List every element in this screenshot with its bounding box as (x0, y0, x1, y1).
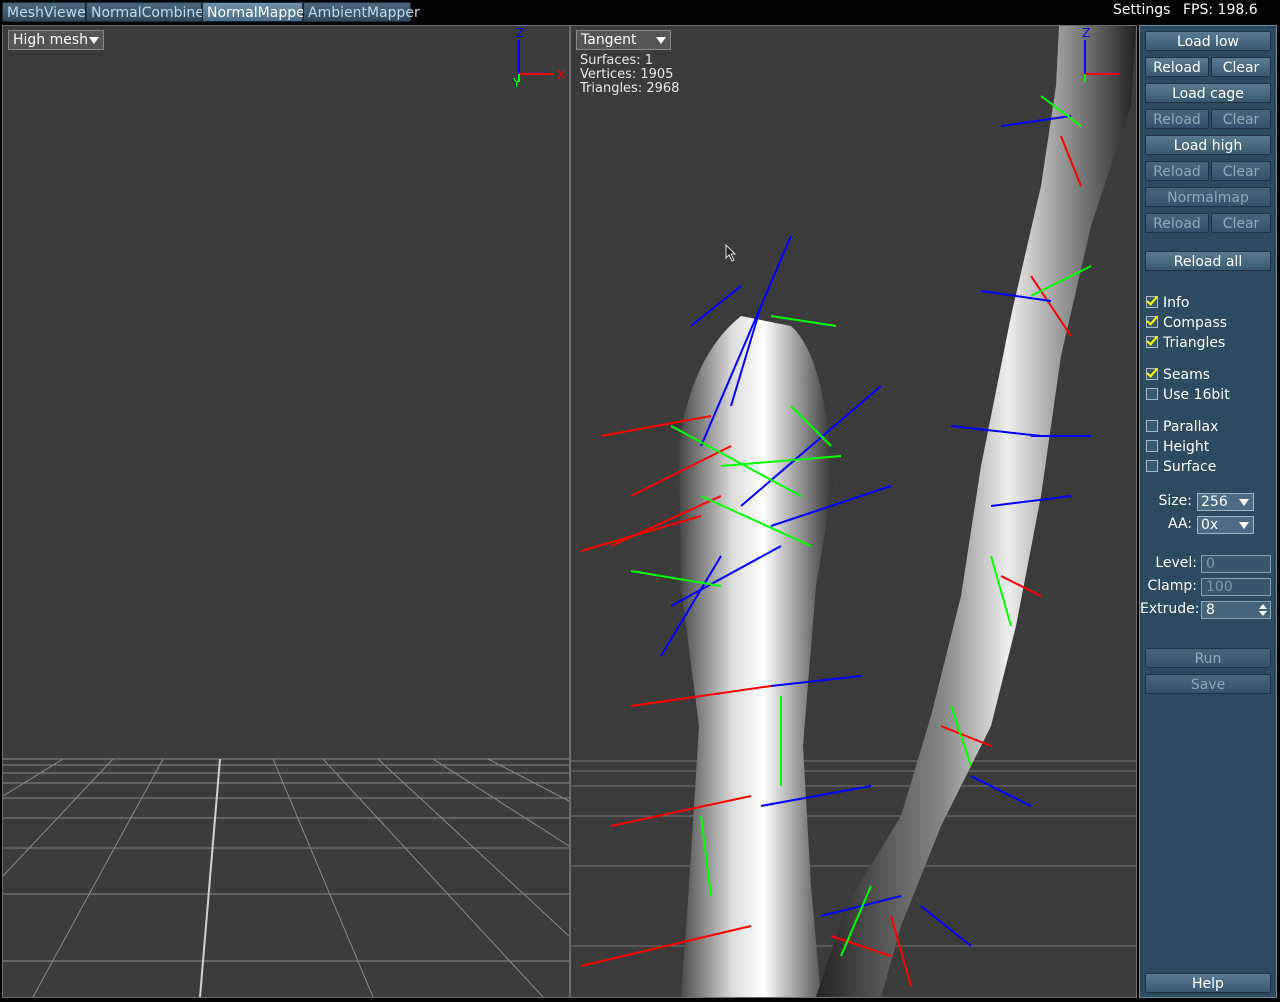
run-button[interactable]: Run (1145, 648, 1271, 668)
stepper-arrows-icon[interactable] (1258, 603, 1268, 617)
checkbox-checked-icon (1146, 368, 1158, 380)
mesh-info: Surfaces: 1 Vertices: 1905 Triangles: 29… (580, 54, 679, 96)
compass-checkbox[interactable]: Compass (1146, 314, 1227, 332)
grid-floor (3, 758, 569, 997)
checkbox-unchecked-icon (1146, 388, 1158, 400)
clear-normalmap-button[interactable]: Clear (1211, 213, 1271, 233)
help-button[interactable]: Help (1145, 973, 1271, 993)
clamp-label: Clamp: (1147, 578, 1198, 594)
control-panel: Load low Reload Clear Load cage Reload C… (1139, 25, 1277, 998)
save-button[interactable]: Save (1145, 674, 1271, 694)
compass-y-label: Y (512, 76, 521, 88)
aa-select[interactable]: 0x (1197, 516, 1254, 534)
compass-x-label: X (557, 68, 565, 82)
load-low-button[interactable]: Load low (1145, 31, 1271, 51)
use16bit-checkbox-label: Use 16bit (1163, 387, 1230, 403)
level-label: Level: (1155, 555, 1197, 571)
tangent-mode-value: Tangent (581, 32, 637, 48)
triangles-count: Triangles: 2968 (580, 81, 680, 96)
checkbox-checked-icon (1146, 316, 1158, 328)
reload-all-button[interactable]: Reload all (1145, 251, 1271, 271)
surface-checkbox-label: Surface (1163, 459, 1217, 475)
vertices-count: Vertices: 1905 (580, 67, 674, 82)
size-select-value: 256 (1201, 494, 1228, 510)
left-viewport[interactable]: High mesh Z X Y (2, 25, 570, 998)
info-checkbox-label: Info (1163, 295, 1190, 311)
checkbox-checked-icon (1146, 336, 1158, 348)
compass-z-label: Z (516, 26, 524, 40)
seams-checkbox[interactable]: Seams (1146, 366, 1210, 384)
compass-icon: Z (1082, 26, 1119, 82)
tab-normalcombiner[interactable]: NormalCombiner (86, 2, 210, 22)
chevron-down-icon (1239, 499, 1249, 506)
compass-z-label: Z (1082, 26, 1090, 40)
mesh-select-value: High mesh (13, 32, 89, 48)
tangent-mode-dropdown[interactable]: Tangent (576, 30, 671, 50)
tab-meshviewer[interactable]: MeshViewer (2, 2, 91, 22)
reload-low-button[interactable]: Reload (1145, 57, 1209, 77)
extrude-value: 8 (1206, 602, 1215, 618)
height-checkbox-label: Height (1163, 439, 1210, 455)
top-bar: MeshViewer NormalCombiner NormalMapper A… (0, 0, 1280, 23)
checkbox-checked-icon (1146, 296, 1158, 308)
clear-high-button[interactable]: Clear (1211, 161, 1271, 181)
reload-high-button[interactable]: Reload (1145, 161, 1209, 181)
load-high-button[interactable]: Load high (1145, 135, 1271, 155)
surface-checkbox[interactable]: Surface (1146, 458, 1216, 476)
right-viewport[interactable]: Tangent Surfaces: 1 Vertices: 1905 Trian… (570, 25, 1137, 998)
chevron-down-icon (1239, 522, 1249, 529)
compass-icon: Z X Y (512, 26, 565, 88)
clamp-field[interactable]: 100 (1201, 578, 1271, 596)
surfaces-count: Surfaces: 1 (580, 53, 654, 68)
height-checkbox[interactable]: Height (1146, 438, 1209, 456)
clear-cage-button[interactable]: Clear (1211, 109, 1271, 129)
fps-readout: FPS: 198.6 (1183, 2, 1258, 18)
parallax-checkbox-label: Parallax (1163, 419, 1219, 435)
triangles-checkbox[interactable]: Triangles (1146, 334, 1225, 352)
chevron-down-icon (89, 37, 99, 44)
triangles-checkbox-label: Triangles (1163, 335, 1226, 351)
reload-cage-button[interactable]: Reload (1145, 109, 1209, 129)
reload-normalmap-button[interactable]: Reload (1145, 213, 1209, 233)
chevron-down-icon (656, 37, 666, 44)
level-field[interactable]: 0 (1201, 555, 1271, 573)
tab-ambientmapper[interactable]: AmbientMapper (303, 2, 420, 22)
info-checkbox[interactable]: Info (1146, 294, 1190, 312)
aa-label: AA: (1167, 516, 1192, 532)
size-label: Size: (1158, 493, 1192, 509)
mesh-select-dropdown[interactable]: High mesh (8, 30, 104, 50)
aa-select-value: 0x (1201, 517, 1219, 533)
mesh-render (571, 26, 1136, 997)
normalmap-button[interactable]: Normalmap (1145, 187, 1271, 207)
compass-checkbox-label: Compass (1163, 315, 1228, 331)
mouse-cursor-icon (725, 244, 737, 262)
extrude-label: Extrude: (1140, 601, 1200, 617)
use16bit-checkbox[interactable]: Use 16bit (1146, 386, 1230, 404)
seams-checkbox-label: Seams (1163, 367, 1211, 383)
parallax-checkbox[interactable]: Parallax (1146, 418, 1218, 436)
checkbox-unchecked-icon (1146, 440, 1158, 452)
settings-link[interactable]: Settings (1113, 2, 1170, 18)
load-cage-button[interactable]: Load cage (1145, 83, 1271, 103)
size-select[interactable]: 256 (1197, 493, 1254, 511)
tab-normalmapper[interactable]: NormalMapper (202, 2, 310, 22)
clear-low-button[interactable]: Clear (1211, 57, 1271, 77)
extrude-stepper[interactable]: 8 (1201, 601, 1271, 619)
checkbox-unchecked-icon (1146, 460, 1158, 472)
checkbox-unchecked-icon (1146, 420, 1158, 432)
